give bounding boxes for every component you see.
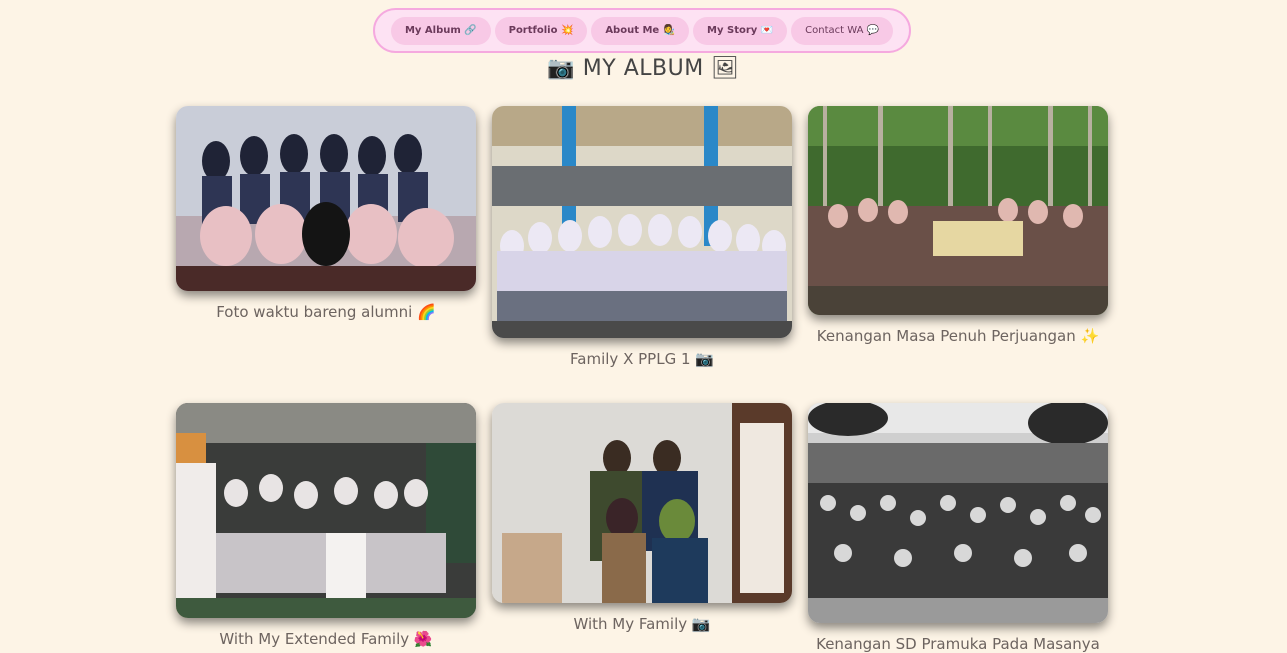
album-photo-class[interactable] bbox=[492, 106, 792, 338]
nav-portfolio[interactable]: Portfolio 💥 bbox=[494, 16, 588, 45]
album-caption: Family X PPLG 1 📷 bbox=[570, 350, 714, 368]
album-card[interactable]: Kenangan Masa Penuh Perjuangan ✨ bbox=[808, 106, 1108, 345]
page-title: 📷 MY ALBUM 🖼 bbox=[547, 56, 740, 81]
album-photo-family[interactable] bbox=[492, 403, 792, 603]
nav-contact-wa[interactable]: Contact WA 💬 bbox=[791, 16, 894, 45]
album-caption: Foto waktu bareng alumni 🌈 bbox=[216, 303, 436, 321]
album-caption: With My Extended Family 🌺 bbox=[219, 630, 433, 648]
album-card[interactable]: Foto waktu bareng alumni 🌈 bbox=[176, 106, 476, 321]
album-card[interactable]: Kenangan SD Pramuka Pada Masanya bbox=[808, 403, 1108, 653]
nav-about-me[interactable]: About Me 👩‍🎨 bbox=[591, 16, 690, 45]
album-caption: Kenangan SD Pramuka Pada Masanya bbox=[816, 635, 1100, 653]
album-caption: With My Family 📷 bbox=[573, 615, 711, 633]
nav-my-album[interactable]: My Album 🔗 bbox=[390, 16, 491, 45]
album-card[interactable]: With My Family 📷 bbox=[492, 403, 792, 633]
album-photo-extended-family[interactable] bbox=[176, 403, 476, 618]
album-card[interactable]: Family X PPLG 1 📷 bbox=[492, 106, 792, 368]
album-photo-scout-forest[interactable] bbox=[808, 106, 1108, 315]
album-card[interactable]: With My Extended Family 🌺 bbox=[176, 403, 476, 648]
navbar: My Album 🔗 Portfolio 💥 About Me 👩‍🎨 My S… bbox=[373, 8, 911, 53]
nav-my-story[interactable]: My Story 💌 bbox=[693, 16, 788, 45]
album-photo-bw-scouts[interactable] bbox=[808, 403, 1108, 623]
album-caption: Kenangan Masa Penuh Perjuangan ✨ bbox=[816, 327, 1100, 345]
album-photo-alumni[interactable] bbox=[176, 106, 476, 291]
